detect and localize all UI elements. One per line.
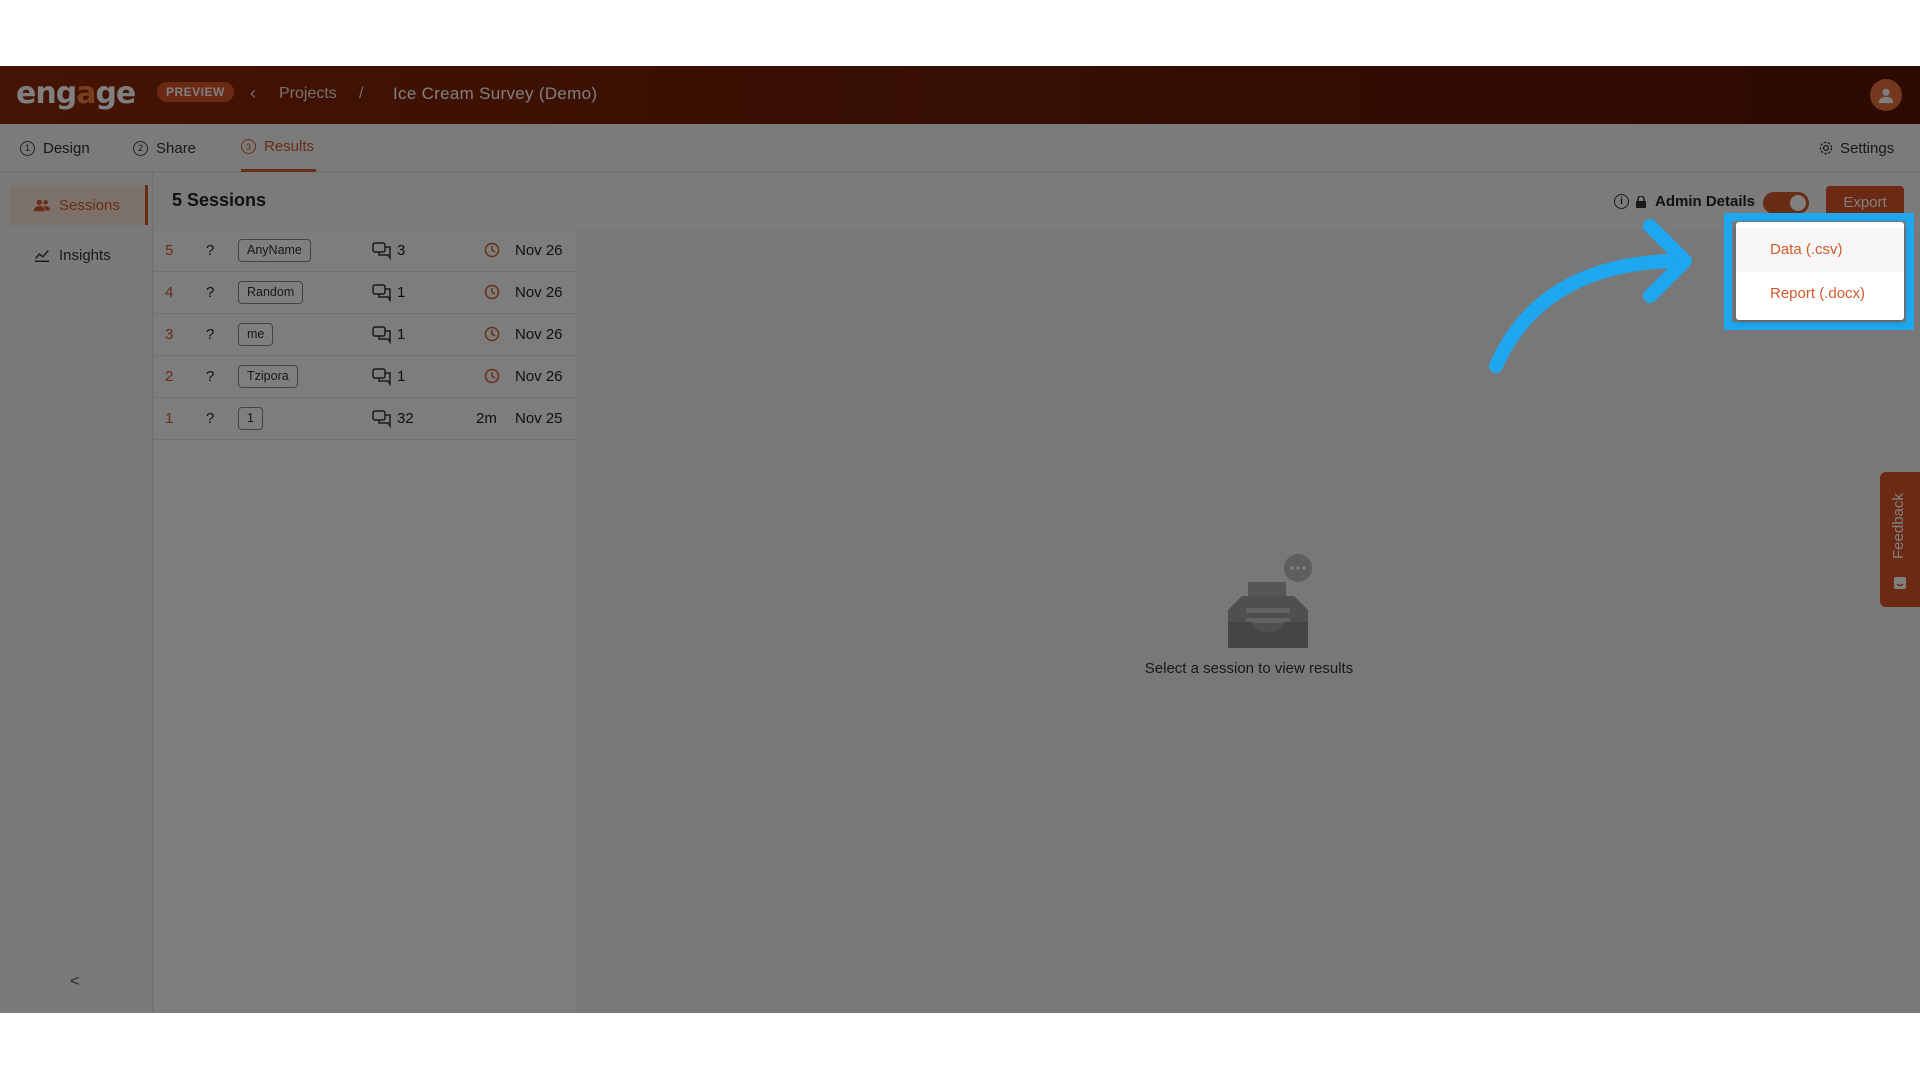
annotation-arrow-icon [1489,219,1692,373]
menu-item-data-csv[interactable]: Data (.csv) [1736,228,1904,272]
app-window: engage PREVIEW ‹ Projects / Ice Cream Su… [0,66,1920,1013]
menu-item-report-docx[interactable]: Report (.docx) [1736,272,1904,316]
export-dropdown-menu: Data (.csv) Report (.docx) [1736,222,1904,320]
